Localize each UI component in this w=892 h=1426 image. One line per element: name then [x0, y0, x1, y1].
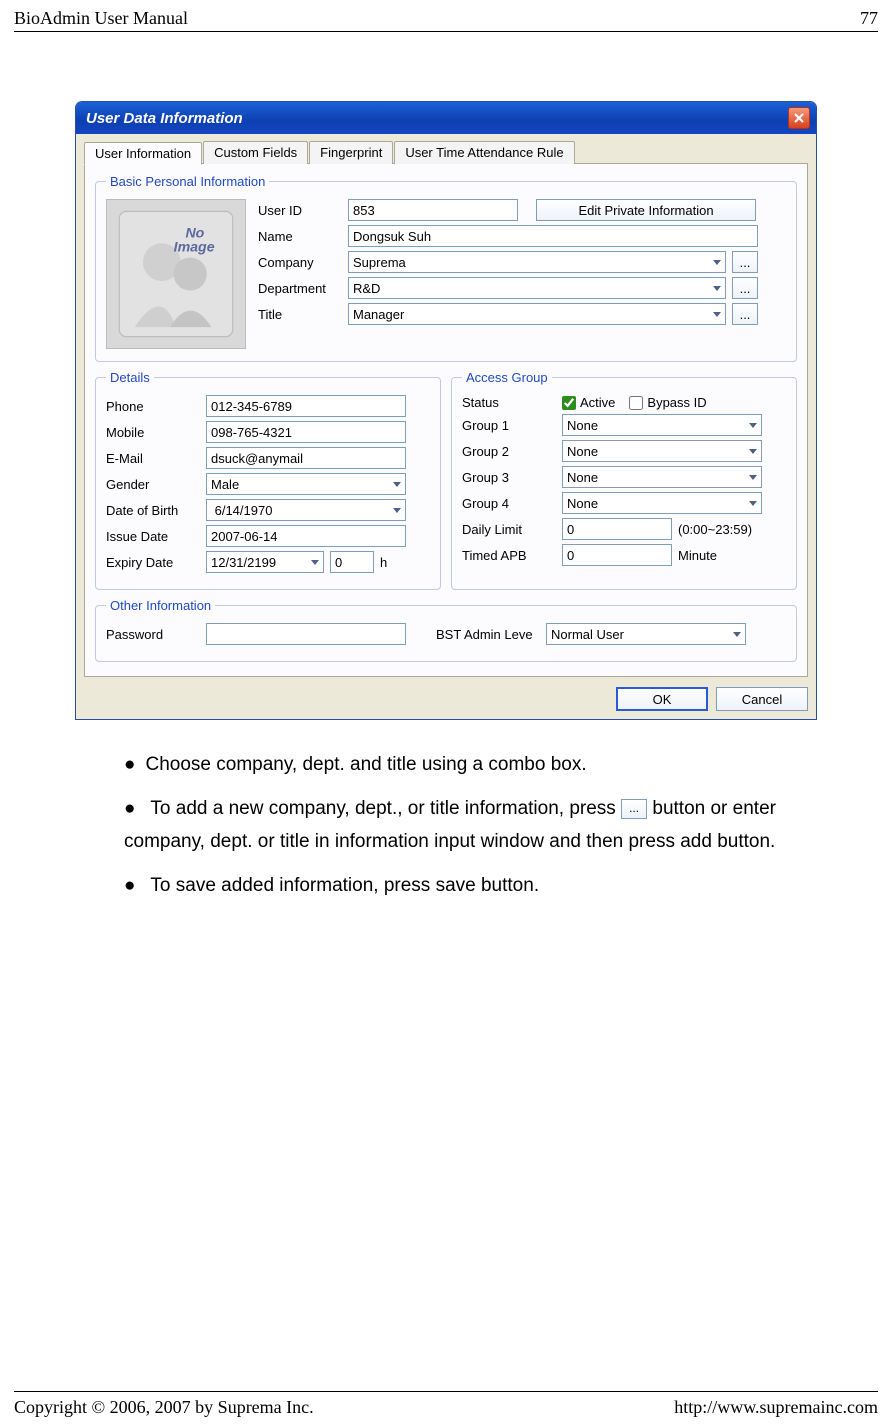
tab-fingerprint[interactable]: Fingerprint [309, 141, 393, 164]
label-password: Password [106, 627, 206, 642]
group2-combo[interactable] [562, 440, 762, 462]
page-number: 77 [860, 8, 878, 29]
title-combo[interactable] [348, 303, 726, 325]
department-combo[interactable] [348, 277, 726, 299]
page-footer: Copyright © 2006, 2007 by Suprema Inc. h… [14, 1397, 878, 1418]
expiry-date-combo[interactable] [206, 551, 324, 573]
group-basic: Basic Personal Information No Image [95, 174, 797, 362]
gender-combo[interactable] [206, 473, 406, 495]
label-department: Department [258, 281, 348, 296]
label-admin-level: BST Admin Leve [436, 627, 546, 642]
title-browse-button[interactable]: ... [732, 303, 758, 325]
expiry-extra-input[interactable] [330, 551, 374, 573]
label-phone: Phone [106, 399, 206, 414]
label-mobile: Mobile [106, 425, 206, 440]
label-name: Name [258, 229, 348, 244]
department-browse-button[interactable]: ... [732, 277, 758, 299]
password-input[interactable] [206, 623, 406, 645]
label-status: Status [462, 395, 562, 410]
group-details: Details Phone Mobile E-Mail Gender Date … [95, 370, 441, 590]
footer-left: Copyright © 2006, 2007 by Suprema Inc. [14, 1397, 314, 1418]
cancel-button[interactable]: Cancel [716, 687, 808, 711]
label-issue: Issue Date [106, 529, 206, 544]
expiry-unit: h [380, 555, 387, 570]
header-left: BioAdmin User Manual [14, 8, 188, 29]
legend-basic: Basic Personal Information [106, 174, 269, 189]
label-expiry: Expiry Date [106, 555, 206, 570]
admin-level-combo[interactable] [546, 623, 746, 645]
titlebar[interactable]: User Data Information [76, 102, 816, 134]
legend-details: Details [106, 370, 154, 385]
company-combo[interactable] [348, 251, 726, 273]
ok-button[interactable]: OK [616, 687, 708, 711]
email-input[interactable] [206, 447, 406, 469]
tab-time-attendance[interactable]: User Time Attendance Rule [394, 141, 574, 164]
footer-right: http://www.supremainc.com [674, 1397, 878, 1418]
label-gender: Gender [106, 477, 206, 492]
timed-apb-input[interactable] [562, 544, 672, 566]
tab-user-information[interactable]: User Information [84, 142, 202, 165]
issue-date-input[interactable] [206, 525, 406, 547]
label-apb: Timed APB [462, 548, 562, 563]
label-daily: Daily Limit [462, 522, 562, 537]
label-user-id: User ID [258, 203, 348, 218]
label-group4: Group 4 [462, 496, 562, 511]
instruction-list: Choose company, dept. and title using a … [124, 749, 818, 902]
bullet-2a: To add a new company, dept., or title in… [150, 798, 621, 819]
label-title: Title [258, 307, 348, 322]
bullet-1: Choose company, dept. and title using a … [124, 749, 818, 781]
daily-limit-input[interactable] [562, 518, 672, 540]
mobile-input[interactable] [206, 421, 406, 443]
active-checkbox[interactable] [562, 396, 576, 410]
active-label: Active [580, 395, 615, 410]
dialog-footer: OK Cancel [76, 683, 816, 719]
label-company: Company [258, 255, 348, 270]
tabstrip: User Information Custom Fields Fingerpri… [76, 134, 816, 163]
company-browse-button[interactable]: ... [732, 251, 758, 273]
name-input[interactable] [348, 225, 758, 247]
daily-hint: (0:00~23:59) [678, 522, 752, 537]
photo-placeholder[interactable]: No Image [106, 199, 246, 349]
no-image-icon: No Image [116, 209, 236, 339]
edit-private-button[interactable]: Edit Private Information [536, 199, 756, 221]
label-group1: Group 1 [462, 418, 562, 433]
group1-combo[interactable] [562, 414, 762, 436]
tab-body: Basic Personal Information No Image [84, 163, 808, 677]
group-other: Other Information Password BST Admin Lev… [95, 598, 797, 662]
inline-dots-icon: ... [621, 799, 647, 819]
svg-text:Image: Image [174, 240, 215, 256]
group-access: Access Group Status Active Bypass ID Gro… [451, 370, 797, 590]
label-group2: Group 2 [462, 444, 562, 459]
tab-custom-fields[interactable]: Custom Fields [203, 141, 308, 164]
group3-combo[interactable] [562, 466, 762, 488]
apb-unit: Minute [678, 548, 717, 563]
label-email: E-Mail [106, 451, 206, 466]
close-icon[interactable] [788, 107, 810, 129]
legend-other: Other Information [106, 598, 215, 613]
phone-input[interactable] [206, 395, 406, 417]
bullet-3: To save added information, press save bu… [124, 870, 818, 902]
footer-rule [14, 1391, 878, 1392]
content-area: User Data Information User Information C… [0, 32, 892, 902]
dob-picker[interactable] [206, 499, 406, 521]
label-dob: Date of Birth [106, 503, 206, 518]
group4-combo[interactable] [562, 492, 762, 514]
bullet-2: To add a new company, dept., or title in… [124, 793, 818, 858]
page-header: BioAdmin User Manual 77 [0, 0, 892, 31]
label-group3: Group 3 [462, 470, 562, 485]
legend-access: Access Group [462, 370, 552, 385]
user-data-dialog: User Data Information User Information C… [76, 102, 816, 719]
user-id-input[interactable] [348, 199, 518, 221]
dialog-title: User Data Information [86, 110, 243, 127]
bypass-label: Bypass ID [647, 395, 706, 410]
bypass-checkbox[interactable] [629, 396, 643, 410]
